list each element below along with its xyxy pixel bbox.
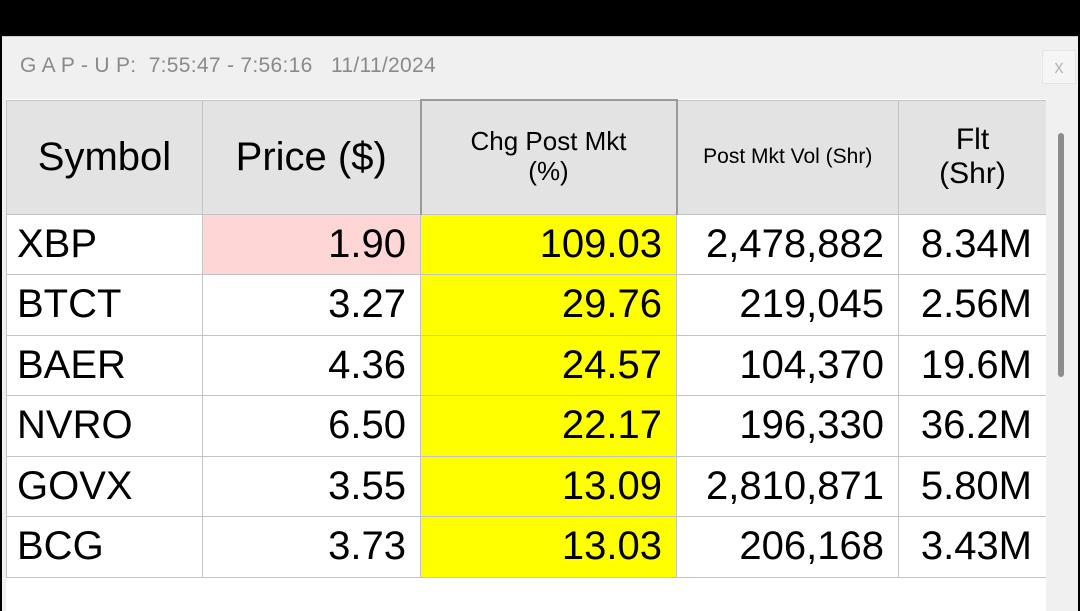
cell-post-mkt-vol: 2,810,871 [676, 455, 899, 517]
table-row[interactable]: BAER 4.36 24.57 104,370 19.6M [6, 334, 1046, 396]
cell-flt: 19.6M [898, 334, 1046, 396]
gap-up-table: Symbol Price ($) Chg Post Mkt (%) Post M… [6, 99, 1046, 578]
cell-symbol: NVRO [6, 395, 203, 457]
gap-up-window: G A P - U P: 7:55:47 - 7:56:16 11/11/202… [2, 36, 1078, 611]
vertical-scrollbar[interactable] [1046, 99, 1076, 611]
cell-chg-post-mkt: 22.17 [420, 395, 677, 457]
column-header-unit: (Shr) [939, 157, 1006, 190]
column-header-chg-post-mkt[interactable]: Chg Post Mkt (%) [419, 99, 678, 215]
cell-chg-post-mkt: 13.09 [420, 455, 677, 517]
column-header-label: Symbol [37, 135, 172, 179]
cell-price: 3.55 [202, 455, 421, 517]
column-header-label: Price ($) [235, 135, 387, 179]
cell-flt: 5.80M [898, 455, 1046, 517]
table-row[interactable]: XBP 1.90 109.03 2,478,882 8.34M [6, 213, 1046, 275]
table-row[interactable]: BTCT 3.27 29.76 219,045 2.56M [6, 274, 1046, 336]
cell-symbol: BAER [6, 334, 203, 396]
cell-flt: 3.43M [898, 516, 1046, 578]
cell-price: 4.36 [202, 334, 421, 396]
cell-price: 1.90 [202, 213, 421, 275]
column-header-label: Chg Post Mkt [470, 126, 627, 157]
column-header-price[interactable]: Price ($) [202, 99, 421, 215]
cell-post-mkt-vol: 2,478,882 [676, 213, 899, 275]
window-title: G A P - U P: 7:55:47 - 7:56:16 11/11/202… [20, 54, 436, 77]
table-header-row: Symbol Price ($) Chg Post Mkt (%) Post M… [6, 99, 1046, 215]
column-header-post-mkt-vol[interactable]: Post Mkt Vol (Shr) [676, 99, 899, 215]
column-header-unit: (%) [528, 156, 569, 187]
cell-flt: 8.34M [898, 213, 1046, 275]
cell-post-mkt-vol: 196,330 [676, 395, 899, 457]
column-header-symbol[interactable]: Symbol [6, 99, 203, 215]
cell-chg-post-mkt: 109.03 [420, 213, 677, 275]
column-header-label: Flt [955, 122, 990, 156]
column-header-flt[interactable]: Flt (Shr) [898, 99, 1046, 215]
cell-symbol: BCG [6, 516, 203, 578]
cell-chg-post-mkt: 29.76 [420, 274, 677, 336]
column-header-label: Post Mkt Vol (Shr) [703, 144, 873, 168]
cell-flt: 2.56M [898, 274, 1046, 336]
cell-post-mkt-vol: 219,045 [676, 274, 899, 336]
cell-price: 6.50 [202, 395, 421, 457]
close-button[interactable]: x [1042, 50, 1076, 84]
cell-symbol: GOVX [6, 455, 203, 517]
cell-chg-post-mkt: 24.57 [420, 334, 677, 396]
cell-post-mkt-vol: 206,168 [676, 516, 899, 578]
cell-price: 3.27 [202, 274, 421, 336]
cell-post-mkt-vol: 104,370 [676, 334, 899, 396]
cell-symbol: BTCT [6, 274, 203, 336]
table-row[interactable]: NVRO 6.50 22.17 196,330 36.2M [6, 395, 1046, 457]
table-row[interactable]: BCG 3.73 13.03 206,168 3.43M [6, 516, 1046, 578]
cell-symbol: XBP [6, 213, 203, 275]
cell-chg-post-mkt: 13.03 [420, 516, 677, 578]
gap-up-table-container: Symbol Price ($) Chg Post Mkt (%) Post M… [6, 99, 1046, 611]
table-row[interactable]: GOVX 3.55 13.09 2,810,871 5.80M [6, 455, 1046, 517]
cell-price: 3.73 [202, 516, 421, 578]
cell-flt: 36.2M [898, 395, 1046, 457]
scrollbar-thumb[interactable] [1058, 133, 1064, 377]
window-titlebar[interactable]: G A P - U P: 7:55:47 - 7:56:16 11/11/202… [2, 37, 1078, 97]
